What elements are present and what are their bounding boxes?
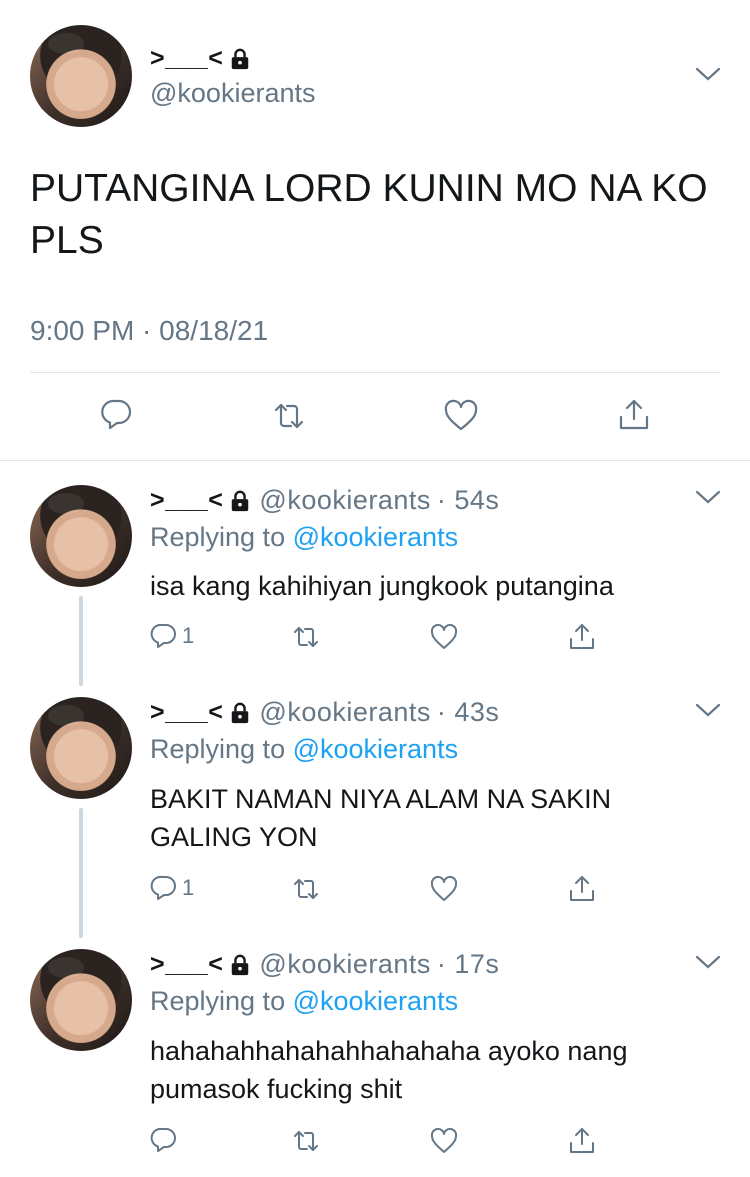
avatar[interactable] — [30, 25, 132, 127]
chevron-down-icon[interactable] — [695, 702, 721, 718]
tweet-text: BAKIT NAMAN NIYA ALAM NA SAKIN GALING YO… — [150, 784, 612, 852]
chevron-down-icon[interactable] — [695, 489, 721, 505]
like-icon[interactable] — [430, 875, 458, 903]
replying-to-link[interactable]: @kookierants — [293, 986, 458, 1016]
share-icon[interactable] — [568, 1126, 596, 1154]
handle[interactable]: @kookierants — [259, 485, 430, 516]
reply-icon — [150, 1127, 176, 1152]
handle[interactable]: @kookierants — [259, 949, 430, 980]
divider — [30, 372, 720, 373]
display-name[interactable]: >___< @kookierants · 54s — [150, 485, 499, 516]
reply-count: 1 — [182, 623, 195, 648]
like-icon[interactable] — [430, 1127, 458, 1155]
display-name[interactable]: >___< @kookierants · 17s — [150, 949, 499, 980]
reply-icon[interactable] — [99, 397, 133, 431]
replying-to: Replying to @kookierants — [150, 986, 459, 1016]
lock-icon — [232, 48, 249, 69]
retweet-icon[interactable] — [292, 623, 320, 651]
lock-icon — [232, 954, 249, 975]
display-name[interactable]: >___< @kookierants · 43s — [150, 697, 499, 728]
avatar[interactable] — [30, 697, 132, 799]
thread-line — [79, 808, 83, 938]
replying-to-link[interactable]: @kookierants — [293, 522, 458, 552]
lock-icon — [232, 490, 249, 511]
retweet-icon[interactable] — [292, 1127, 320, 1155]
replying-to: Replying to @kookierants — [150, 522, 459, 552]
tweet-text: isa kang kahihiyan jungkook putangina — [150, 571, 614, 601]
time-ago: · 17s — [436, 949, 500, 979]
handle[interactable]: @kookierants — [150, 78, 315, 109]
thread-line — [79, 596, 83, 686]
chevron-down-icon[interactable] — [695, 66, 721, 82]
time-ago: · 54s — [436, 485, 500, 515]
chevron-down-icon[interactable] — [695, 954, 721, 970]
share-icon[interactable] — [617, 397, 651, 431]
retweet-icon[interactable] — [292, 875, 320, 903]
reply-icon — [150, 875, 176, 900]
share-icon[interactable] — [568, 622, 596, 650]
reply-count: 1 — [182, 875, 195, 900]
like-icon[interactable] — [444, 399, 478, 433]
tweet-text: hahahahhahahahhahahaha ayoko nang pumaso… — [150, 1036, 628, 1104]
share-icon[interactable] — [568, 874, 596, 902]
display-name[interactable]: >___< — [150, 44, 251, 73]
avatar[interactable] — [30, 485, 132, 587]
handle[interactable]: @kookierants — [259, 697, 430, 728]
divider — [0, 460, 750, 461]
reply-button[interactable] — [150, 1126, 182, 1154]
replying-to: Replying to @kookierants — [150, 734, 459, 764]
reply-icon — [150, 623, 176, 648]
reply-button[interactable]: 1 — [150, 874, 194, 902]
tweet-text: PUTANGINA LORD KUNIN MO NA KO PLS — [30, 167, 708, 262]
avatar[interactable] — [30, 949, 132, 1051]
time-ago: · 43s — [436, 697, 500, 727]
timestamp[interactable]: 9:00 PM · 08/18/21 — [30, 315, 268, 347]
like-icon[interactable] — [430, 623, 458, 651]
reply-button[interactable]: 1 — [150, 622, 194, 650]
replying-to-link[interactable]: @kookierants — [293, 734, 458, 764]
retweet-icon[interactable] — [272, 399, 306, 433]
lock-icon — [232, 702, 249, 723]
